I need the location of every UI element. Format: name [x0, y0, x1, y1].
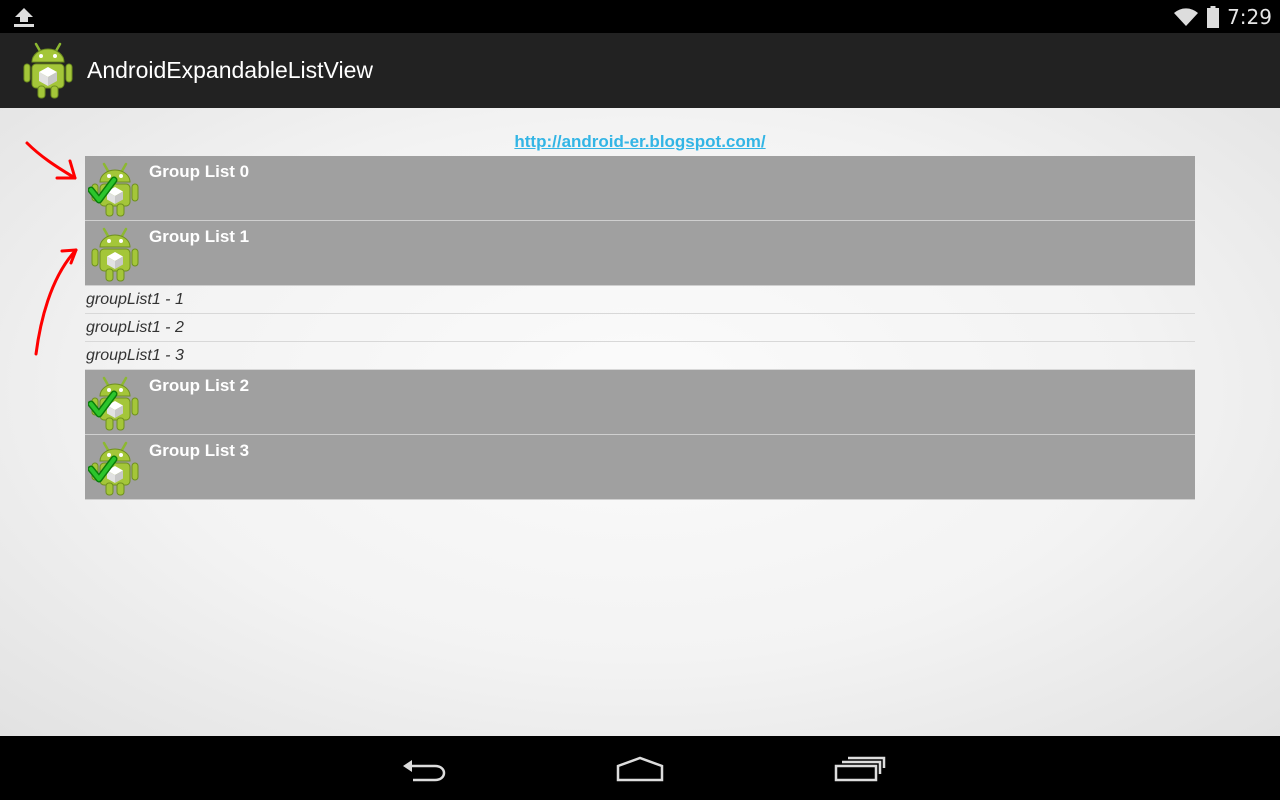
expandable-list[interactable]: Group List 0 Group List 1 groupList1 - 1 gr… — [85, 156, 1195, 500]
app-title: AndroidExpandableListView — [87, 57, 373, 83]
android-group-icon — [88, 162, 139, 217]
android-app-icon[interactable] — [22, 41, 74, 99]
group-label: Group List 3 — [149, 441, 250, 460]
group-row[interactable]: Group List 3 — [85, 435, 1195, 500]
status-bar: 7:29 — [0, 0, 1280, 33]
group-row[interactable]: Group List 2 — [85, 370, 1195, 435]
recents-icon[interactable] — [828, 750, 888, 786]
upload-icon — [14, 8, 34, 27]
group-label: Group List 0 — [149, 162, 250, 181]
child-item[interactable]: groupList1 - 3 — [85, 342, 1195, 370]
group-row[interactable]: Group List 0 — [85, 156, 1195, 221]
screen: 7:29 AndroidExpandableListView http://an… — [0, 0, 1280, 800]
group-label: Group List 2 — [149, 376, 250, 395]
status-right: 7:29 — [1173, 0, 1272, 33]
wifi-icon — [1174, 7, 1199, 26]
android-group-icon — [88, 376, 139, 431]
home-icon[interactable] — [610, 750, 670, 786]
android-group-icon — [88, 441, 139, 496]
child-item[interactable]: groupList1 - 1 — [85, 286, 1195, 314]
group-label: Group List 1 — [149, 227, 250, 246]
action-bar: AndroidExpandableListView — [0, 33, 1280, 109]
content-area: http://android-er.blogspot.com/ Group Li… — [0, 108, 1280, 736]
android-group-icon — [91, 227, 139, 282]
blog-link[interactable]: http://android-er.blogspot.com/ — [0, 132, 1280, 152]
battery-icon — [1207, 5, 1220, 28]
clock: 7:29 — [1227, 4, 1272, 29]
navigation-bar — [0, 736, 1280, 800]
child-item[interactable]: groupList1 - 2 — [85, 314, 1195, 342]
back-icon[interactable] — [395, 750, 455, 786]
group-row[interactable]: Group List 1 — [85, 221, 1195, 286]
